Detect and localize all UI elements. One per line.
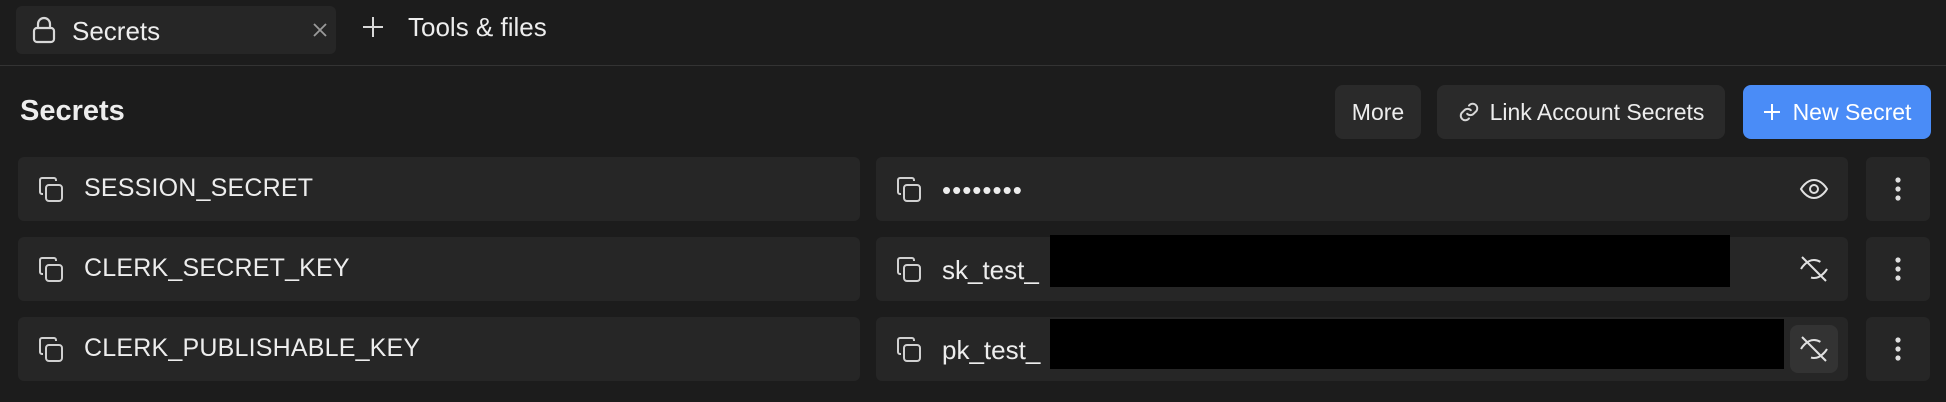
secret-key-row: CLERK_SECRET_KEY	[18, 237, 860, 301]
copy-icon[interactable]	[894, 175, 924, 205]
tab-bar: Secrets Tools & files	[0, 0, 1946, 66]
secret-value: sk_test_	[942, 255, 1039, 285]
more-button[interactable]: More	[1335, 85, 1421, 139]
secrets-panel: Secrets More Link Account Secrets New Se…	[0, 67, 1946, 402]
row-menu-button[interactable]	[1866, 237, 1930, 301]
link-icon	[1459, 102, 1478, 122]
page-title: Secrets	[20, 95, 125, 127]
secret-key: CLERK_PUBLISHABLE_KEY	[84, 334, 421, 362]
secret-key-row: CLERK_PUBLISHABLE_KEY	[18, 317, 860, 381]
secret-key: CLERK_SECRET_KEY	[84, 254, 350, 282]
link-account-secrets-label: Link Account Secrets	[1489, 98, 1705, 125]
more-vertical-icon	[1895, 177, 1901, 201]
link-account-secrets-button[interactable]: Link Account Secrets	[1437, 85, 1725, 139]
more-vertical-icon	[1895, 337, 1901, 361]
more-button-label: More	[1351, 98, 1405, 125]
plus-icon	[1763, 104, 1780, 120]
new-secret-label: New Secret	[1792, 98, 1912, 125]
new-secret-button[interactable]: New Secret	[1743, 85, 1931, 139]
copy-icon[interactable]	[36, 255, 66, 285]
redaction-block	[1050, 319, 1784, 369]
eye-off-icon[interactable]	[1790, 325, 1838, 373]
copy-icon[interactable]	[894, 335, 924, 365]
tab-label: Secrets	[72, 16, 161, 46]
more-vertical-icon	[1895, 257, 1901, 281]
lock-icon	[32, 16, 56, 44]
copy-icon[interactable]	[894, 255, 924, 285]
eye-off-icon[interactable]	[1796, 251, 1832, 287]
row-menu-button[interactable]	[1866, 317, 1930, 381]
close-icon[interactable]	[310, 20, 330, 40]
secret-key-row: SESSION_SECRET	[18, 157, 860, 221]
secret-value-row: pk_test_	[876, 317, 1848, 381]
copy-icon[interactable]	[36, 175, 66, 205]
plus-icon[interactable]	[360, 14, 386, 40]
secret-key: SESSION_SECRET	[84, 174, 314, 202]
secret-value: pk_test_	[942, 335, 1041, 365]
secret-value-row: ••••••••	[876, 157, 1848, 221]
tab-secrets[interactable]: Secrets	[16, 6, 336, 54]
copy-icon[interactable]	[36, 335, 66, 365]
secret-value-row: sk_test_	[876, 235, 1848, 301]
tools-files-tab[interactable]: Tools & files	[408, 12, 547, 43]
eye-icon[interactable]	[1796, 171, 1832, 207]
secret-value: ••••••••	[942, 175, 1023, 205]
row-menu-button[interactable]	[1866, 157, 1930, 221]
redaction-block	[1050, 235, 1730, 287]
